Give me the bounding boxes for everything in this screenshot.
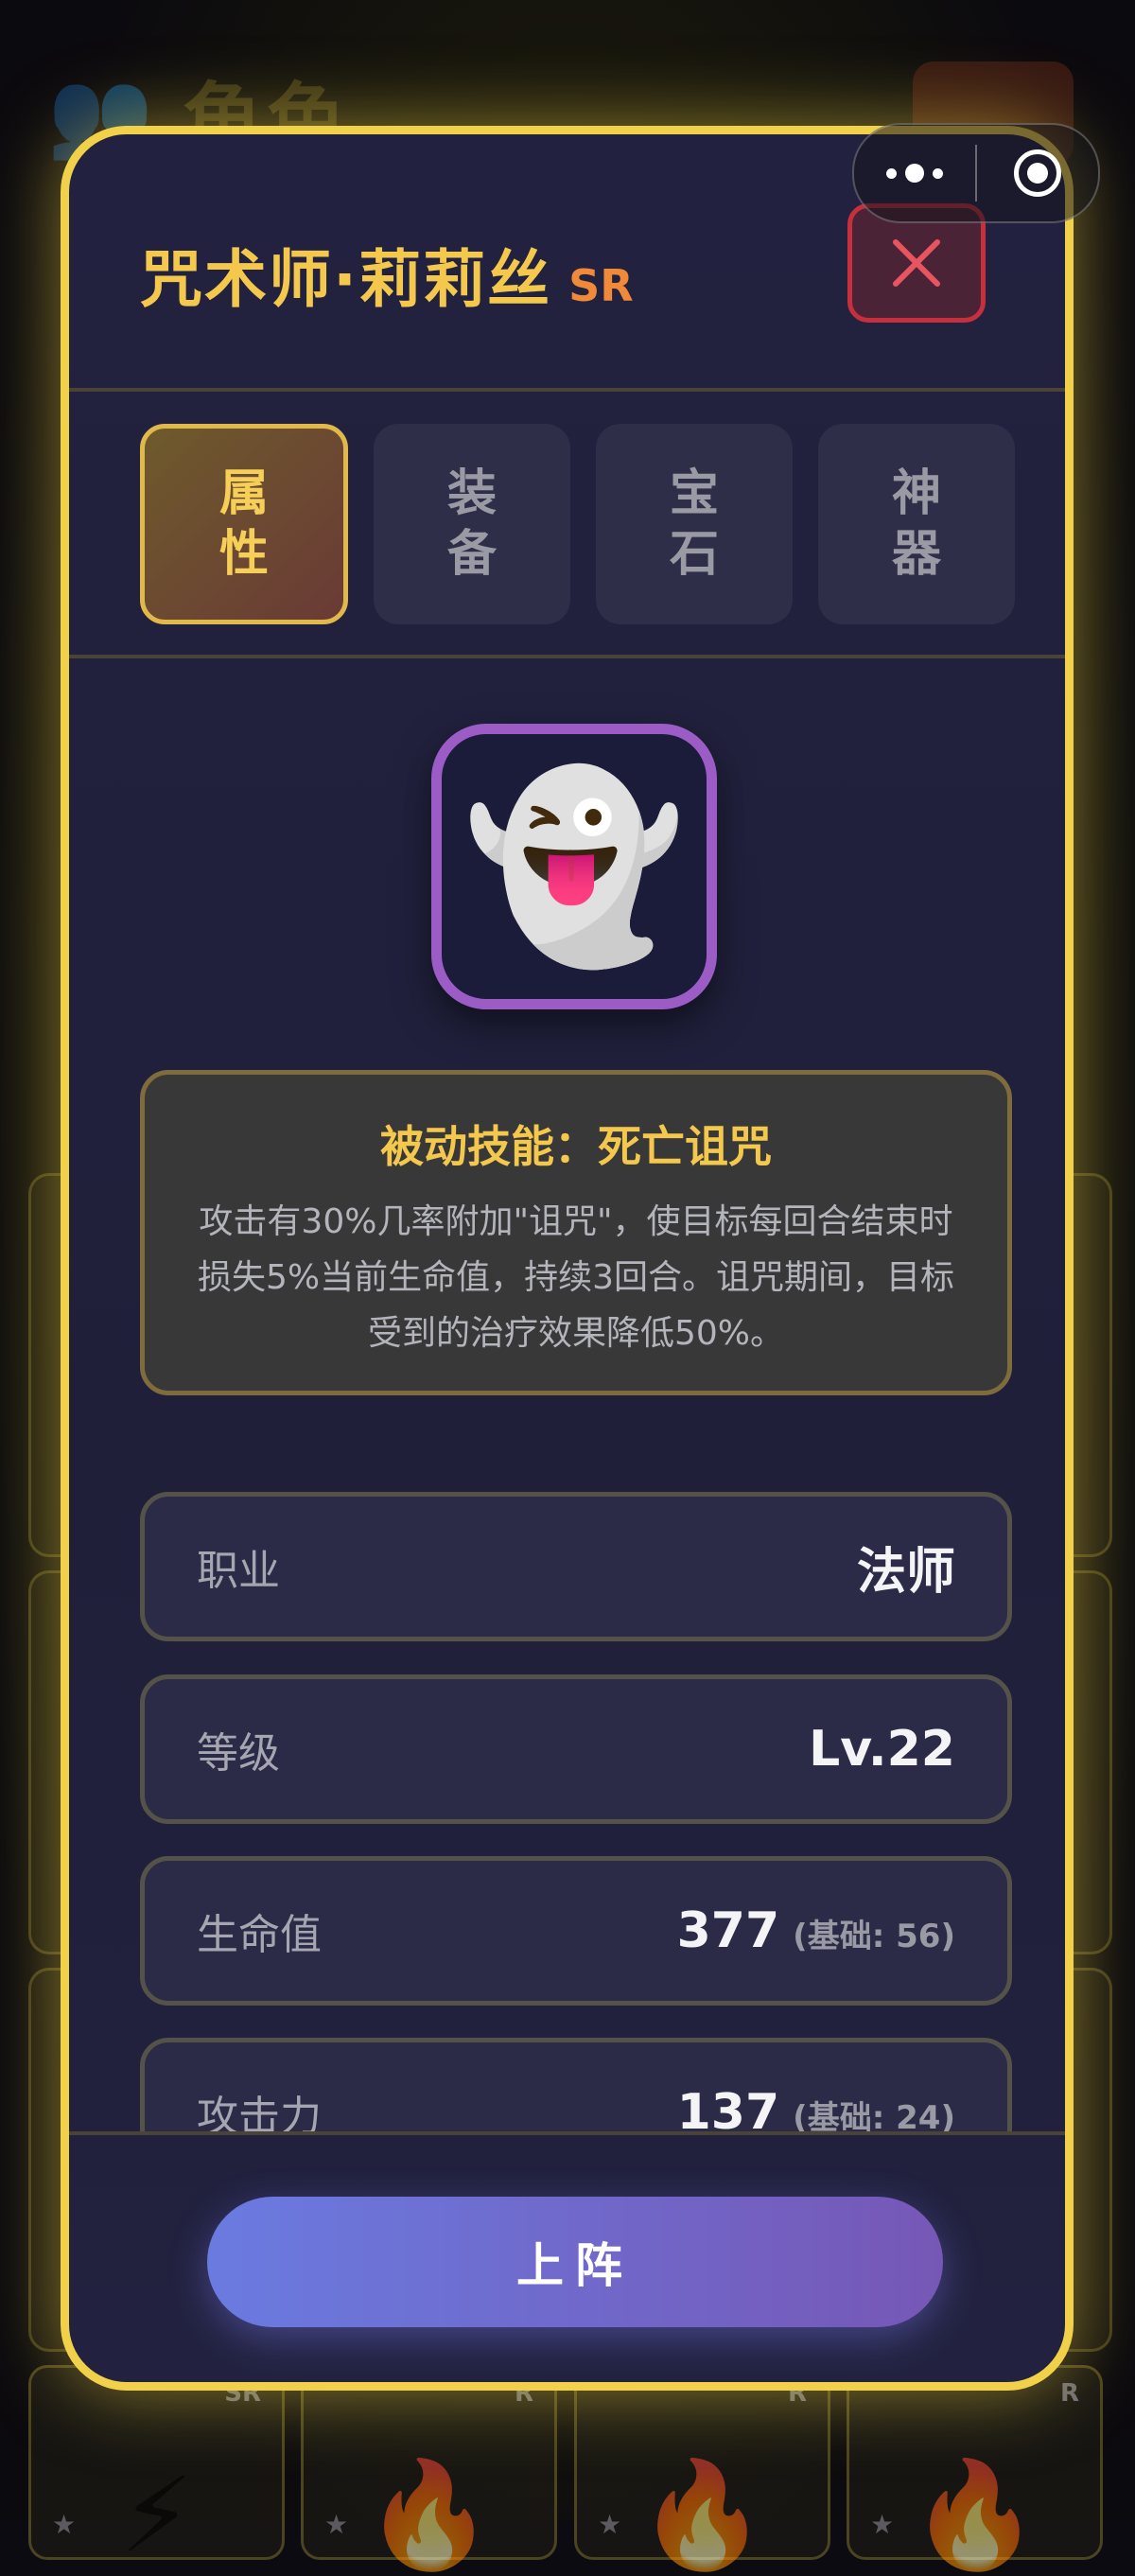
skill-title: 被动技能：死亡诅咒 [380, 1121, 772, 1172]
star-icon: ★ [598, 2509, 622, 2540]
stat-label: 攻击力 [197, 2093, 322, 2131]
card-rarity: R [1059, 2379, 1079, 2408]
stat-label: 生命值 [197, 1911, 322, 1959]
star-icon: ★ [324, 2509, 349, 2540]
stat-value: 法师 [856, 1543, 955, 1601]
background-roster-card: R ★ 🔥 [847, 2365, 1103, 2575]
tab-label: 宝石 [669, 465, 719, 583]
stat-base-value: (基础: 56) [793, 1918, 955, 1955]
detail-tabs: 属性 装备 宝石 神器 [140, 424, 1015, 624]
close-x-icon [893, 239, 940, 287]
background-roster-card: R ★ 🔥 [574, 2365, 830, 2575]
miniprogram-capsule [852, 123, 1100, 223]
more-dots-icon [886, 167, 897, 179]
stat-row-level: 等级 Lv.22 [140, 1674, 1012, 1824]
skill-description: 攻击有30%几率附加"诅咒"，使目标每回合结束时损失5%当前生命值，持续3回合。… [197, 1202, 955, 1353]
stat-value: 377 [676, 1902, 780, 1959]
character-detail-modal: 咒术师·莉莉丝 SR 属性 装备 宝石 神器 👻 被动技能：死亡诅咒 攻击有30… [61, 126, 1074, 2391]
tab-attributes[interactable]: 属性 [140, 424, 348, 624]
background-roster-card: SR ★ ⚡ [28, 2365, 285, 2576]
more-options-button[interactable] [854, 164, 975, 183]
lightning-icon: ⚡ [119, 2455, 194, 2576]
tab-equipment[interactable]: 装备 [374, 424, 570, 624]
rarity-badge: SR [568, 260, 634, 311]
stat-row-class: 职业 法师 [140, 1492, 1012, 1641]
star-icon: ★ [52, 2509, 77, 2540]
attributes-scroll-content[interactable]: 👻 被动技能：死亡诅咒 攻击有30%几率附加"诅咒"，使目标每回合结束时损失5%… [69, 655, 1065, 2131]
deploy-button[interactable]: 上阵 [207, 2197, 943, 2327]
stat-row-hp: 生命值 377 (基础: 56) [140, 1856, 1012, 2006]
ghost-icon: 👻 [462, 762, 687, 971]
fire-icon: 🔥 [364, 2454, 494, 2575]
character-name: 咒术师·莉莉丝 [140, 243, 552, 316]
tab-label: 装备 [446, 465, 497, 583]
stat-value-group: 377 (基础: 56) [677, 1902, 955, 1959]
star-icon: ★ [870, 2509, 895, 2540]
modal-title: 咒术师·莉莉丝 SR [140, 229, 634, 320]
character-avatar: 👻 [431, 724, 717, 1009]
tab-label: 属性 [218, 465, 269, 583]
tab-label: 神器 [891, 465, 941, 583]
target-circle-dot [1027, 163, 1048, 184]
more-dots-icon-center [905, 164, 924, 183]
stat-label: 职业 [197, 1547, 280, 1595]
tab-gems[interactable]: 宝石 [596, 424, 793, 624]
target-circle-icon [1014, 149, 1061, 197]
stat-value: Lv.22 [809, 1721, 955, 1778]
header-divider [69, 388, 1065, 392]
stat-base-value: (基础: 24) [793, 2099, 955, 2131]
stat-row-attack: 攻击力 137 (基础: 24) [140, 2038, 1012, 2131]
more-dots-icon-right [933, 167, 943, 179]
stat-value-group: 法师 [857, 1532, 955, 1603]
passive-skill-card: 被动技能：死亡诅咒 攻击有30%几率附加"诅咒"，使目标每回合结束时损失5%当前… [140, 1070, 1012, 1395]
fire-icon: 🔥 [910, 2454, 1039, 2575]
stat-value-group: Lv.22 [809, 1721, 955, 1778]
exit-miniprogram-button[interactable] [977, 149, 1098, 197]
deploy-button-label: 上阵 [516, 2238, 634, 2293]
stat-label: 等级 [197, 1729, 280, 1778]
footer-divider [69, 2131, 1065, 2135]
stat-value-group: 137 (基础: 24) [677, 2084, 955, 2131]
tab-artifacts[interactable]: 神器 [818, 424, 1015, 624]
stat-value: 137 [676, 2084, 780, 2131]
fire-icon: 🔥 [637, 2454, 767, 2575]
background-roster-card: R ★ 🔥 [301, 2365, 557, 2575]
